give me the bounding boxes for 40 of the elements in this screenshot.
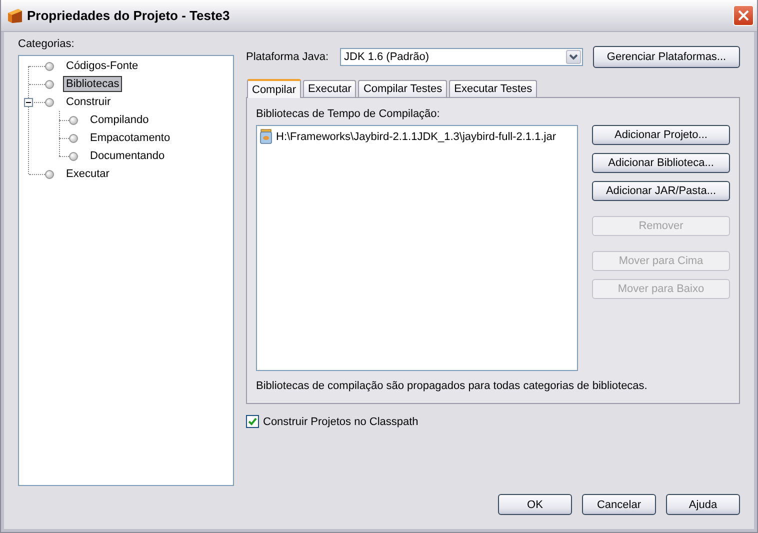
node-icon [45,98,54,106]
libraries-note: Bibliotecas de compilação são propagados para todas categorias de bibliotecas. [256,380,648,392]
jar-icon [260,129,272,144]
app-icon [7,8,23,24]
tab[interactable]: Compilar Testes [358,80,448,97]
libraries-label: Bibliotecas de Tempo de Compilação: [256,108,441,122]
node-icon [69,152,78,160]
node-icon [69,116,78,124]
manage-platforms-button[interactable]: Gerenciar Plataformas... [593,46,740,68]
categories-label: Categorias: [18,38,76,52]
list-action-button[interactable]: Adicionar Projeto... [592,125,730,145]
node-icon [45,62,54,70]
checkmark-icon [248,417,257,426]
window-title: Propriedades do Projeto - Teste3 [27,8,231,23]
close-icon [738,10,749,21]
tree-item[interactable]: Documentando [87,148,168,164]
node-icon [45,170,54,178]
build-projects-checkbox[interactable] [246,415,259,428]
tab[interactable]: Executar [303,80,356,97]
build-projects-label: Construir Projetos no Classpath [263,416,418,428]
library-path[interactable]: H:\Frameworks\Jaybird-2.1.1JDK_1.3\jaybird-full-2.1.1.jar [276,130,556,142]
platform-dropdown[interactable]: JDK 1.6 (Padrão) [340,48,583,66]
tab[interactable]: Executar Testes [449,80,538,97]
list-action-button[interactable]: Adicionar Biblioteca... [592,153,730,173]
tree-item[interactable]: Compilando [87,112,152,128]
dialog-button[interactable]: OK [498,494,572,515]
tree-item[interactable]: Construir [63,94,114,110]
node-icon [45,80,54,88]
platform-label: Plataforma Java: [246,51,330,63]
dialog-button[interactable]: Cancelar [582,494,656,515]
tree-item[interactable]: Empacotamento [87,130,174,146]
tree-item[interactable]: Executar [63,166,112,182]
close-button[interactable] [733,5,754,26]
dialog-button[interactable]: Ajuda [666,494,740,515]
collapse-icon[interactable] [24,98,33,106]
node-icon [69,134,78,142]
tab[interactable]: Compilar [247,79,302,98]
tree-item[interactable]: Bibliotecas [63,76,122,92]
list-action-button[interactable]: Adicionar JAR/Pasta... [592,181,730,201]
tree-item[interactable]: Códigos-Fonte [63,58,142,74]
